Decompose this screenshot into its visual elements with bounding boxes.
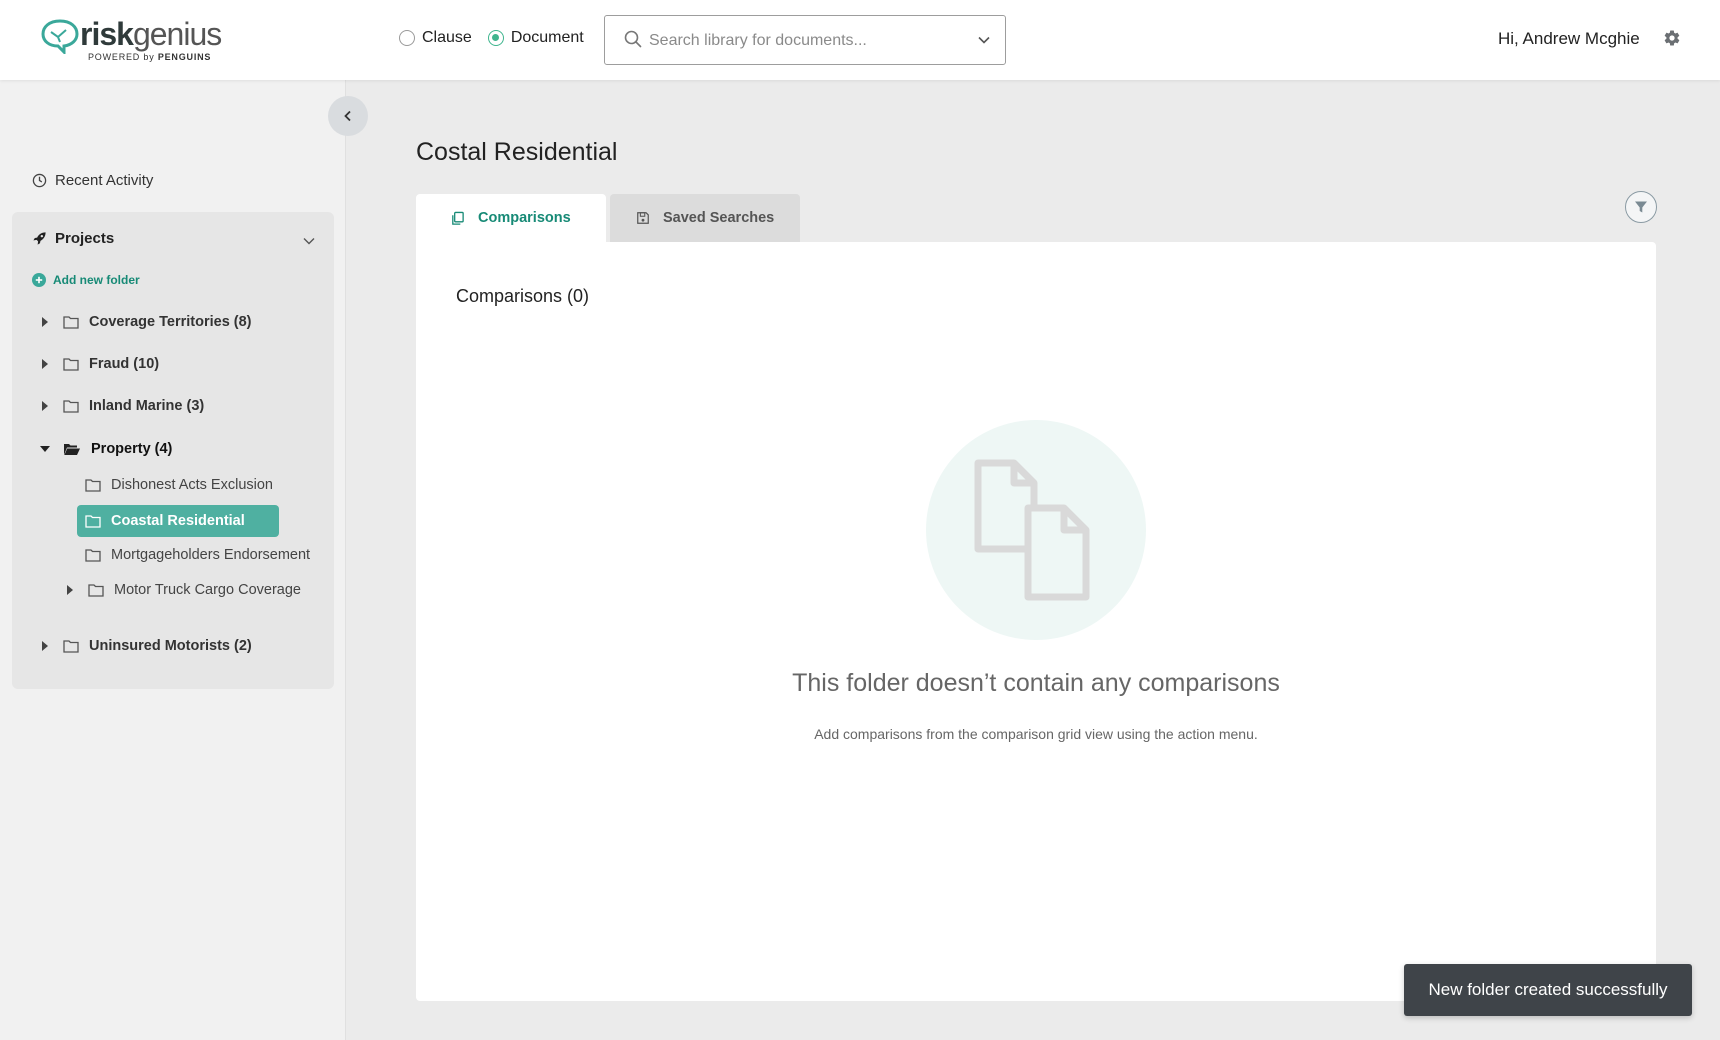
tab-comparisons[interactable]: Comparisons: [416, 194, 606, 242]
tab-saved-searches[interactable]: Saved Searches: [610, 194, 800, 242]
logo-tagline: POWERED by PENGUINS: [88, 52, 212, 62]
copy-icon: [452, 211, 464, 225]
folder-icon: [63, 399, 79, 413]
user-greeting[interactable]: Hi, Andrew Mcghie: [1498, 29, 1640, 49]
radio-document[interactable]: Document: [487, 29, 584, 47]
chevron-left-icon: [344, 110, 351, 122]
folder-icon: [63, 315, 79, 329]
top-header: riskgenius POWERED by PENGUINS Clause Do…: [0, 0, 1720, 80]
folder-icon: [88, 583, 104, 597]
search-input[interactable]: [649, 29, 969, 53]
app-logo[interactable]: riskgenius POWERED by PENGUINS: [40, 16, 222, 66]
radio-document-dot[interactable]: [487, 30, 504, 46]
folder-inland-marine[interactable]: Inland Marine (3): [37, 398, 204, 414]
sidebar-collapse-button[interactable]: [328, 96, 368, 136]
folder-property[interactable]: Property (4): [37, 441, 172, 457]
empty-state-subtitle: Add comparisons from the comparison grid…: [814, 726, 1258, 742]
section-title: Comparisons (0): [456, 286, 590, 306]
chevron-down-icon[interactable]: [302, 234, 316, 248]
folder-dishonest-acts-exclusion[interactable]: Dishonest Acts Exclusion: [59, 477, 273, 493]
filter-button[interactable]: [1625, 191, 1657, 223]
radio-clause-label: Clause: [422, 29, 472, 46]
folder-icon: [85, 548, 101, 562]
save-icon: [637, 212, 649, 224]
caret-right-icon[interactable]: [37, 359, 53, 369]
caret-right-icon[interactable]: [37, 641, 53, 651]
comparisons-panel: Comparisons (0) This folder doesn’t cont…: [416, 242, 1656, 1001]
folder-open-icon: [63, 442, 81, 456]
folder-label: Dishonest Acts Exclusion: [111, 477, 273, 493]
caret-right-icon[interactable]: [37, 317, 53, 327]
logo-mark-icon: [41, 19, 79, 54]
tab-saved-searches-label: Saved Searches: [663, 210, 775, 226]
caret-down-icon[interactable]: [37, 445, 53, 453]
radio-document-label: Document: [510, 29, 584, 46]
folder-coastal-residential[interactable]: Coastal Residential: [77, 505, 279, 537]
add-new-folder-button[interactable]: Add new folder: [32, 273, 140, 287]
chevron-down-icon[interactable]: [977, 33, 991, 47]
projects-header[interactable]: Projects: [32, 230, 114, 247]
folder-icon: [85, 478, 101, 492]
caret-right-icon[interactable]: [37, 401, 53, 411]
recent-activity-label: Recent Activity: [55, 172, 154, 189]
clock-icon: [32, 173, 47, 188]
folder-label: Coverage Territories (8): [89, 314, 252, 330]
caret-right-icon[interactable]: [62, 585, 78, 595]
empty-state-title: This folder doesn’t contain any comparis…: [792, 669, 1280, 697]
folder-icon: [63, 639, 79, 653]
radio-clause[interactable]: Clause: [399, 29, 472, 47]
folder-mortgageholders-endorsement[interactable]: Mortgageholders Endorsement: [59, 547, 310, 563]
plus-circle-icon: [32, 273, 46, 287]
folder-label: Uninsured Motorists (2): [89, 638, 252, 654]
folder-label: Property (4): [91, 441, 173, 457]
recent-activity-link[interactable]: Recent Activity: [32, 172, 153, 189]
success-toast: New folder created successfully: [1404, 964, 1692, 1016]
gear-icon[interactable]: [1663, 29, 1681, 47]
folder-coverage-territories[interactable]: Coverage Territories (8): [37, 314, 252, 330]
folder-label: Motor Truck Cargo Coverage: [114, 582, 301, 598]
filter-icon: [1635, 201, 1647, 213]
projects-label: Projects: [55, 230, 115, 247]
add-new-folder-label: Add new folder: [53, 273, 140, 287]
folder-icon: [85, 514, 101, 528]
folder-label: Fraud (10): [89, 356, 160, 372]
folder-label: Mortgageholders Endorsement: [111, 547, 311, 563]
logo-wordmark: riskgenius: [80, 16, 222, 52]
folder-motor-truck-cargo-coverage[interactable]: Motor Truck Cargo Coverage: [62, 582, 301, 598]
folder-label: Coastal Residential: [111, 513, 245, 529]
tab-comparisons-label: Comparisons: [478, 210, 571, 226]
folder-uninsured-motorists[interactable]: Uninsured Motorists (2): [37, 638, 252, 654]
search-icon: [624, 30, 642, 48]
folder-label: Inland Marine (3): [89, 398, 205, 414]
radio-clause-dot[interactable]: [399, 30, 415, 46]
folder-fraud[interactable]: Fraud (10): [37, 356, 159, 372]
rocket-icon: [33, 232, 46, 245]
page-title: Costal Residential: [416, 138, 618, 166]
documents-icon: [974, 459, 1090, 601]
search-mode-toggle: Clause Document: [399, 29, 584, 47]
folder-icon: [63, 357, 79, 371]
library-search: [604, 15, 1006, 65]
